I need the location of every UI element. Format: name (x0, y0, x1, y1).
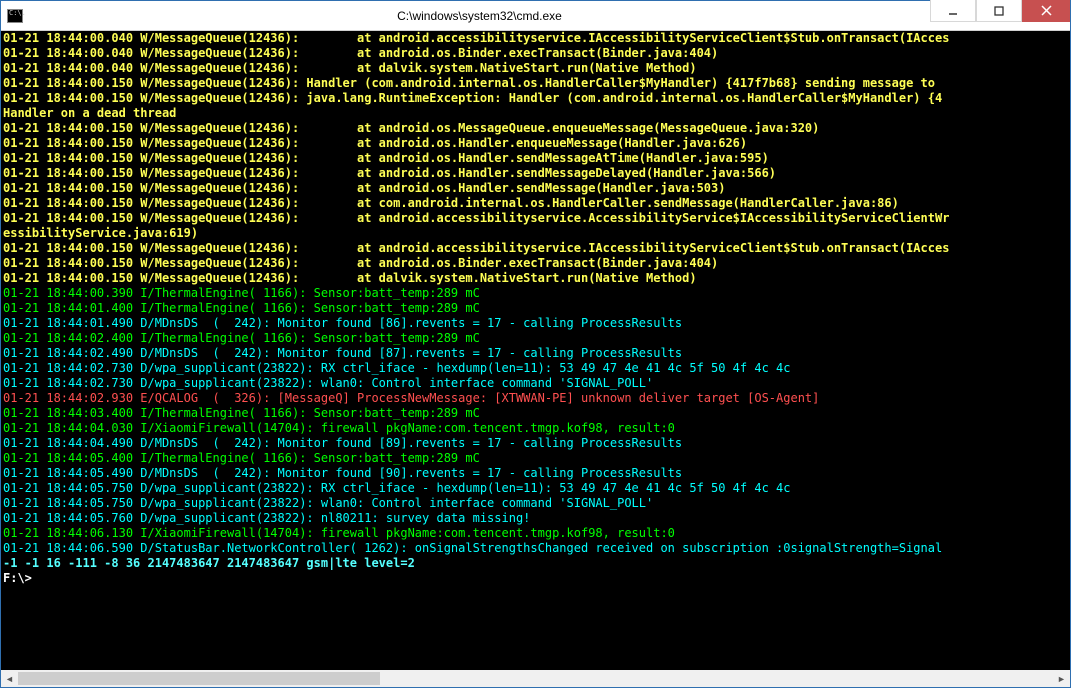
log-line: 01-21 18:44:00.150 W/MessageQueue(12436)… (3, 196, 1068, 211)
cmd-window: C:\. C:\windows\system32\cmd.exe 01-21 1… (0, 0, 1071, 688)
maximize-button[interactable] (976, 0, 1022, 22)
log-line: 01-21 18:44:00.150 W/MessageQueue(12436)… (3, 91, 1068, 106)
log-line: 01-21 18:44:04.030 I/XiaomiFirewall(1470… (3, 421, 1068, 436)
log-line: 01-21 18:44:06.590 D/StatusBar.NetworkCo… (3, 541, 1068, 556)
log-line: 01-21 18:44:00.150 W/MessageQueue(12436)… (3, 211, 1068, 226)
log-line: -1 -1 16 -111 -8 36 2147483647 214748364… (3, 556, 1068, 571)
terminal-area: 01-21 18:44:00.040 W/MessageQueue(12436)… (1, 31, 1070, 687)
log-line: 01-21 18:44:01.400 I/ThermalEngine( 1166… (3, 301, 1068, 316)
log-line: 01-21 18:44:05.760 D/wpa_supplicant(2382… (3, 511, 1068, 526)
log-line: 01-21 18:44:00.150 W/MessageQueue(12436)… (3, 121, 1068, 136)
log-line: 01-21 18:44:02.730 D/wpa_supplicant(2382… (3, 376, 1068, 391)
log-line: 01-21 18:44:05.750 D/wpa_supplicant(2382… (3, 481, 1068, 496)
log-line: 01-21 18:44:02.490 D/MDnsDS ( 242): Moni… (3, 346, 1068, 361)
prompt-line[interactable]: F:\> (3, 571, 1068, 586)
scroll-thumb[interactable] (18, 672, 380, 685)
log-line: 01-21 18:44:02.730 D/wpa_supplicant(2382… (3, 361, 1068, 376)
close-icon (1041, 5, 1052, 16)
log-line: 01-21 18:44:00.040 W/MessageQueue(12436)… (3, 61, 1068, 76)
log-line: essibilityService.java:619) (3, 226, 1068, 241)
log-line: 01-21 18:44:04.490 D/MDnsDS ( 242): Moni… (3, 436, 1068, 451)
scroll-track[interactable] (18, 670, 1053, 687)
log-line: 01-21 18:44:05.750 D/wpa_supplicant(2382… (3, 496, 1068, 511)
log-line: 01-21 18:44:02.400 I/ThermalEngine( 1166… (3, 331, 1068, 346)
log-line: Handler on a dead thread (3, 106, 1068, 121)
log-line: 01-21 18:44:00.040 W/MessageQueue(12436)… (3, 31, 1068, 46)
scroll-right-arrow-icon[interactable]: ► (1053, 670, 1070, 687)
log-line: 01-21 18:44:00.390 I/ThermalEngine( 1166… (3, 286, 1068, 301)
horizontal-scrollbar[interactable]: ◄ ► (1, 670, 1070, 687)
maximize-icon (994, 6, 1004, 16)
close-button[interactable] (1022, 0, 1070, 22)
log-line: 01-21 18:44:00.150 W/MessageQueue(12436)… (3, 151, 1068, 166)
app-icon: C:\. (1, 1, 29, 30)
log-line: 01-21 18:44:00.150 W/MessageQueue(12436)… (3, 256, 1068, 271)
minimize-button[interactable] (930, 0, 976, 22)
cmd-icon: C:\. (7, 9, 23, 23)
log-line: 01-21 18:44:00.040 W/MessageQueue(12436)… (3, 46, 1068, 61)
terminal-output[interactable]: 01-21 18:44:00.040 W/MessageQueue(12436)… (1, 31, 1070, 670)
log-line: 01-21 18:44:00.150 W/MessageQueue(12436)… (3, 241, 1068, 256)
log-line: 01-21 18:44:00.150 W/MessageQueue(12436)… (3, 271, 1068, 286)
log-line: 01-21 18:44:06.130 I/XiaomiFirewall(1470… (3, 526, 1068, 541)
minimize-icon (948, 6, 958, 16)
log-line: 01-21 18:44:00.150 W/MessageQueue(12436)… (3, 76, 1068, 91)
titlebar[interactable]: C:\. C:\windows\system32\cmd.exe (1, 1, 1070, 31)
log-line: 01-21 18:44:01.490 D/MDnsDS ( 242): Moni… (3, 316, 1068, 331)
log-line: 01-21 18:44:00.150 W/MessageQueue(12436)… (3, 166, 1068, 181)
log-line: 01-21 18:44:02.930 E/QCALOG ( 326): [Mes… (3, 391, 1068, 406)
log-line: 01-21 18:44:05.400 I/ThermalEngine( 1166… (3, 451, 1068, 466)
window-title: C:\windows\system32\cmd.exe (29, 9, 930, 23)
log-line: 01-21 18:44:00.150 W/MessageQueue(12436)… (3, 181, 1068, 196)
log-line: 01-21 18:44:05.490 D/MDnsDS ( 242): Moni… (3, 466, 1068, 481)
scroll-left-arrow-icon[interactable]: ◄ (1, 670, 18, 687)
log-line: 01-21 18:44:03.400 I/ThermalEngine( 1166… (3, 406, 1068, 421)
log-line: 01-21 18:44:00.150 W/MessageQueue(12436)… (3, 136, 1068, 151)
window-buttons (930, 1, 1070, 30)
